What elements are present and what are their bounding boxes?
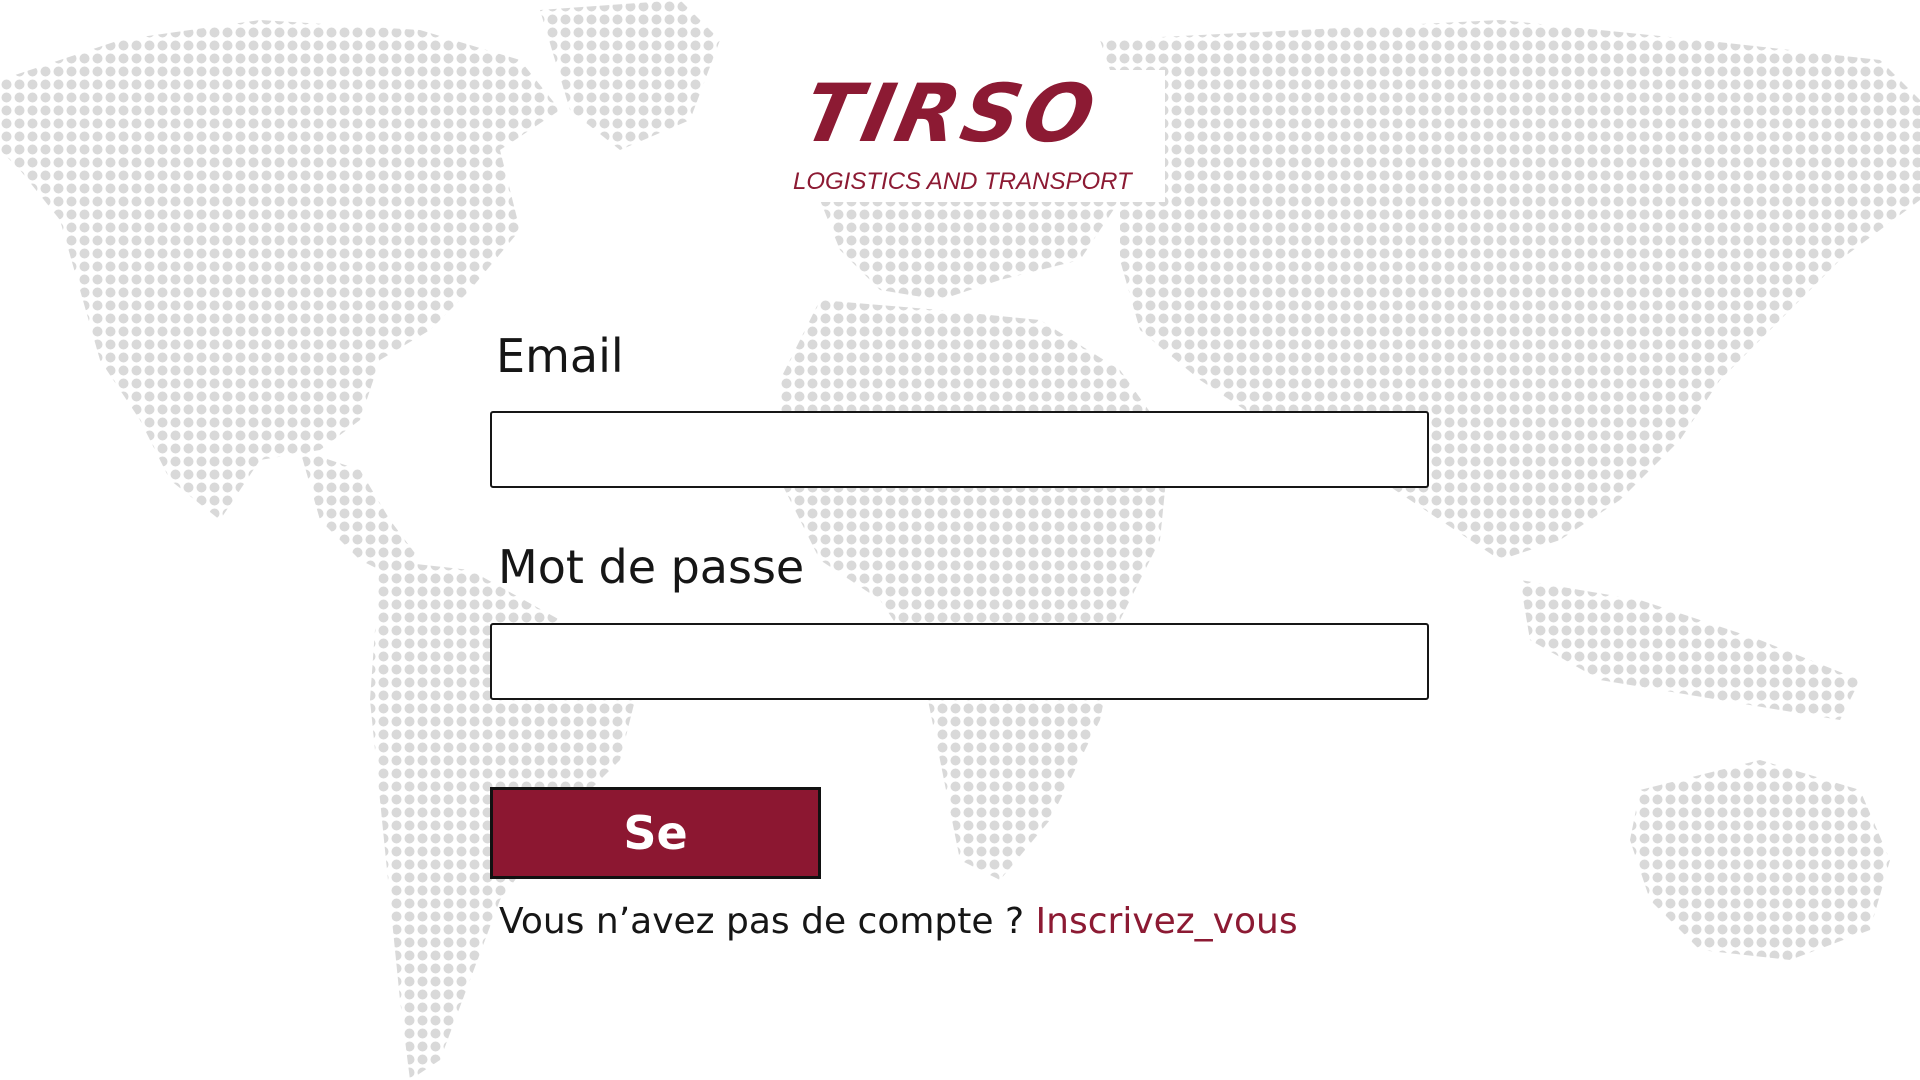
signup-prompt-line: Vous n’avez pas de compte ? Inscrivez_vo… [499, 901, 1298, 942]
email-label: Email [496, 329, 624, 383]
signup-prompt-text: Vous n’avez pas de compte ? [499, 901, 1036, 942]
logo-wordmark: TIRSO [795, 67, 1107, 160]
company-logo: TIRSO LOGISTICS AND TRANSPORT [757, 67, 1165, 202]
login-button[interactable]: Se connecter [490, 787, 821, 946]
email-input[interactable] [490, 411, 1429, 488]
logo-tagline: LOGISTICS AND TRANSPORT [793, 168, 1132, 195]
password-label: Mot de passe [498, 540, 805, 594]
login-page: TIRSO LOGISTICS AND TRANSPORT Email Mot … [0, 0, 1920, 1080]
signup-link[interactable]: Inscrivez_vous [1036, 901, 1298, 942]
password-input[interactable] [490, 623, 1429, 700]
